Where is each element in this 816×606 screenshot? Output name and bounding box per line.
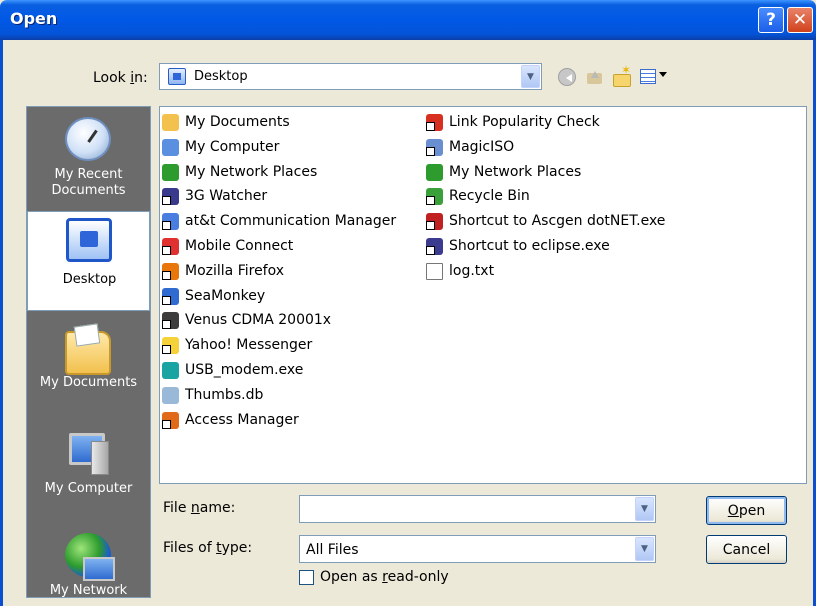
file-item-label: log.txt [449,262,495,279]
recycle-bin-icon [426,188,443,206]
mobile-connect-icon [162,238,179,255]
back-icon[interactable] [558,68,576,86]
ascgen-icon [426,213,443,231]
my-documents-icon [65,331,111,375]
file-item-label: Mobile Connect [185,238,294,254]
place-my-recent-documents[interactable]: My Recent Documents [27,107,150,211]
place-desktop[interactable]: Desktop [27,211,150,311]
views-dropdown-caret-icon[interactable] [659,72,667,81]
chevron-down-icon[interactable]: ▼ [635,537,654,561]
close-button[interactable]: ✕ [787,7,813,33]
file-item-label: My Network Places [449,163,582,180]
venus-icon [162,312,179,330]
file-type-value: All Files [306,542,359,558]
network-places-icon [426,163,443,181]
file-item-label: Shortcut to Ascgen dotNET.exe [449,213,666,230]
place-label: My Recent Documents [51,167,126,198]
text-file-icon [426,262,443,280]
look-in-dropdown[interactable]: Desktop ▼ [159,63,542,90]
help-icon: ? [766,10,776,30]
window-frame-left [0,40,3,606]
chevron-down-icon[interactable]: ▼ [521,65,540,88]
file-name-input[interactable]: ▼ [299,495,656,523]
place-label: My Documents [39,375,138,390]
recent-documents-icon [65,117,111,161]
file-item-label: Shortcut to eclipse.exe [449,238,610,254]
read-only-checkbox[interactable] [299,570,314,585]
3g-watcher-icon [162,188,179,206]
file-type-dropdown[interactable]: All Files ▼ [299,535,656,563]
file-item-label: Thumbs.db [185,386,264,403]
up-folder-icon[interactable] [586,68,604,86]
network-places-icon [162,163,179,181]
place-label: Desktop [62,272,117,287]
title-bar[interactable]: Open ? ✕ [0,0,816,40]
file-item-label: Recycle Bin [449,188,530,205]
look-in-value: Desktop [194,69,248,84]
place-my-computer[interactable]: My Computer [27,425,150,525]
file-item-label: Yahoo! Messenger [185,337,313,354]
file-item-label: My Network Places [185,163,318,180]
firefox-icon [162,262,179,280]
file-name-label: File name: [163,500,236,516]
open-button-label: Open [727,502,766,519]
usb-modem-icon [162,362,179,379]
file-item-label: Access Manager [185,411,299,428]
folder-documents-icon [162,114,179,131]
place-my-network[interactable]: My Network [27,531,150,598]
file-item-label: My Documents [185,114,290,130]
computer-icon [162,138,179,156]
file-item-label: 3G Watcher [185,188,268,205]
desktop-small-icon [168,68,186,85]
place-label: My Network [49,583,128,598]
cancel-button[interactable]: Cancel [706,535,787,564]
open-button[interactable]: Open [706,496,787,525]
views-menu-icon[interactable] [640,69,656,84]
my-computer-icon [65,431,111,475]
magiciso-icon [426,138,443,156]
file-list[interactable]: My Documents My Computer My Network Places… [159,106,807,484]
window-title: Open [10,9,58,28]
file-item-label: Venus CDMA 20001x [185,312,332,329]
file-item-label: Mozilla Firefox [185,262,285,279]
file-item-label: MagicISO [449,138,515,155]
look-in-label: Look in: [93,70,148,86]
file-item-label: My Computer [185,138,280,155]
file-item-label: at&t Communication Manager [185,213,397,230]
thumbs-db-icon [162,386,179,404]
places-bar: My Recent Documents Desktop My Documents … [26,106,151,598]
close-icon: ✕ [792,10,808,30]
file-item-label: USB_modem.exe [185,362,304,378]
eclipse-icon [426,238,443,255]
access-manager-icon [162,411,179,429]
desktop-icon [66,218,112,262]
file-item-label: SeaMonkey [185,287,266,304]
yahoo-messenger-icon [162,337,179,355]
att-icon [162,213,179,231]
read-only-label[interactable]: Open as read-only [320,569,449,585]
seamonkey-icon [162,287,179,305]
file-item-label: Link Popularity Check [449,114,600,130]
chevron-down-icon[interactable]: ▼ [635,497,654,521]
new-folder-icon[interactable] [612,63,631,87]
place-my-documents[interactable]: My Documents [27,317,150,417]
place-label: My Computer [44,481,133,496]
link-popularity-icon [426,114,443,131]
my-network-icon [65,533,115,581]
help-button[interactable]: ? [758,7,784,33]
file-type-label: Files of type: [163,540,253,556]
